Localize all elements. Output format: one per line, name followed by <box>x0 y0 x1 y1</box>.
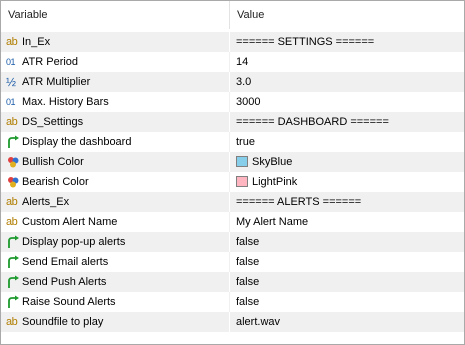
string-icon: ab <box>6 316 18 328</box>
parameter-row[interactable]: Bearish Color LightPink <box>1 172 464 192</box>
variable-cell[interactable]: Bullish Color <box>1 152 230 172</box>
variable-name: Soundfile to play <box>22 316 104 328</box>
parameter-row[interactable]: 01 Max. History Bars 3000 <box>1 92 464 112</box>
variable-name: Bullish Color <box>22 156 84 168</box>
parameter-value: false <box>236 236 260 248</box>
integer-icon: 01 <box>6 57 16 67</box>
variable-cell[interactable]: 01 ATR Period <box>1 52 230 72</box>
parameter-row[interactable]: 01 ATR Period 14 <box>1 52 464 72</box>
parameter-value: 3000 <box>236 96 261 108</box>
boolean-arrow-icon <box>6 255 20 269</box>
variable-cell[interactable]: Send Push Alerts <box>1 272 230 292</box>
parameter-row[interactable]: ½ ATR Multiplier 3.0 <box>1 72 464 92</box>
variable-cell[interactable]: 01 Max. History Bars <box>1 92 230 112</box>
parameter-value: false <box>236 256 260 268</box>
variable-cell[interactable]: ab Soundfile to play <box>1 312 230 332</box>
variable-cell[interactable]: Send Email alerts <box>1 252 230 272</box>
value-cell[interactable]: SkyBlue <box>230 152 464 172</box>
string-icon: ab <box>6 216 18 228</box>
variable-cell[interactable]: Display the dashboard <box>1 132 230 152</box>
parameter-value: My Alert Name <box>236 216 309 228</box>
variable-cell[interactable]: ab Custom Alert Name <box>1 212 230 232</box>
parameter-value: false <box>236 296 260 308</box>
string-icon: ab <box>6 36 18 48</box>
variable-name: Max. History Bars <box>22 96 109 108</box>
string-icon: ab <box>6 116 18 128</box>
parameter-row[interactable]: Bullish Color SkyBlue <box>1 152 464 172</box>
parameter-value: alert.wav <box>236 316 281 328</box>
variable-name: Custom Alert Name <box>22 216 118 228</box>
variable-cell[interactable]: Display pop-up alerts <box>1 232 230 252</box>
parameter-value: LightPink <box>252 176 298 188</box>
variable-name: DS_Settings <box>22 116 84 128</box>
parameter-value: ====== DASHBOARD ====== <box>236 116 389 128</box>
parameter-row[interactable]: ab In_Ex ====== SETTINGS ====== <box>1 32 464 52</box>
boolean-arrow-icon <box>6 135 20 149</box>
value-cell[interactable]: true <box>230 132 464 152</box>
palette-icon <box>6 155 20 169</box>
boolean-arrow-icon <box>6 235 20 249</box>
parameter-row[interactable]: Send Push Alerts false <box>1 272 464 292</box>
value-cell[interactable]: false <box>230 272 464 292</box>
variable-name: Bearish Color <box>22 176 89 188</box>
boolean-arrow-icon <box>6 275 20 289</box>
table-header: Variable Value <box>1 1 464 29</box>
variable-name: ATR Period <box>22 56 79 68</box>
color-swatch <box>236 176 248 187</box>
value-cell[interactable]: 14 <box>230 52 464 72</box>
variable-name: Send Email alerts <box>22 256 109 268</box>
parameter-value: false <box>236 276 260 288</box>
variable-cell[interactable]: ab Alerts_Ex <box>1 192 230 212</box>
value-cell[interactable]: ====== SETTINGS ====== <box>230 32 464 52</box>
value-cell[interactable]: My Alert Name <box>230 212 464 232</box>
variable-cell[interactable]: ab DS_Settings <box>1 112 230 132</box>
color-swatch <box>236 156 248 167</box>
parameter-value: ====== ALERTS ====== <box>236 196 362 208</box>
parameter-row[interactable]: ab Soundfile to play alert.wav <box>1 312 464 332</box>
integer-icon: 01 <box>6 97 16 107</box>
value-cell[interactable]: LightPink <box>230 172 464 192</box>
variable-name: Display pop-up alerts <box>22 236 126 248</box>
value-cell[interactable]: false <box>230 252 464 272</box>
column-header-value[interactable]: Value <box>230 1 464 29</box>
value-cell[interactable]: ====== DASHBOARD ====== <box>230 112 464 132</box>
variable-name: Raise Sound Alerts <box>22 296 116 308</box>
fraction-icon: ½ <box>6 75 17 89</box>
variable-cell[interactable]: Bearish Color <box>1 172 230 192</box>
value-cell[interactable]: false <box>230 292 464 312</box>
column-header-variable[interactable]: Variable <box>1 1 230 29</box>
variable-name: ATR Multiplier <box>22 76 91 88</box>
variable-name: In_Ex <box>22 36 51 48</box>
parameter-row[interactable]: ab Custom Alert Name My Alert Name <box>1 212 464 232</box>
value-cell[interactable]: alert.wav <box>230 312 464 332</box>
parameter-value: 3.0 <box>236 76 252 88</box>
variable-name: Alerts_Ex <box>22 196 70 208</box>
value-cell[interactable]: 3.0 <box>230 72 464 92</box>
parameter-value: true <box>236 136 255 148</box>
parameter-row[interactable]: ab Alerts_Ex ====== ALERTS ====== <box>1 192 464 212</box>
parameter-value: SkyBlue <box>252 156 293 168</box>
inputs-panel: Variable Value ab In_Ex ====== SETTINGS ==… <box>0 0 465 345</box>
variable-cell[interactable]: ½ ATR Multiplier <box>1 72 230 92</box>
parameter-row[interactable]: Display the dashboard true <box>1 132 464 152</box>
parameter-value: ====== SETTINGS ====== <box>236 36 375 48</box>
value-cell[interactable]: 3000 <box>230 92 464 112</box>
variable-cell[interactable]: Raise Sound Alerts <box>1 292 230 312</box>
parameter-row[interactable]: Send Email alerts false <box>1 252 464 272</box>
parameter-list: ab In_Ex ====== SETTINGS ====== 01 ATR Perio… <box>1 32 464 332</box>
variable-name: Display the dashboard <box>22 136 132 148</box>
parameter-row[interactable]: Raise Sound Alerts false <box>1 292 464 312</box>
value-cell[interactable]: false <box>230 232 464 252</box>
parameter-row[interactable]: ab DS_Settings ====== DASHBOARD ====== <box>1 112 464 132</box>
value-cell[interactable]: ====== ALERTS ====== <box>230 192 464 212</box>
string-icon: ab <box>6 196 18 208</box>
variable-cell[interactable]: ab In_Ex <box>1 32 230 52</box>
palette-icon <box>6 175 20 189</box>
parameter-value: 14 <box>236 56 249 68</box>
variable-name: Send Push Alerts <box>22 276 107 288</box>
boolean-arrow-icon <box>6 295 20 309</box>
parameter-row[interactable]: Display pop-up alerts false <box>1 232 464 252</box>
